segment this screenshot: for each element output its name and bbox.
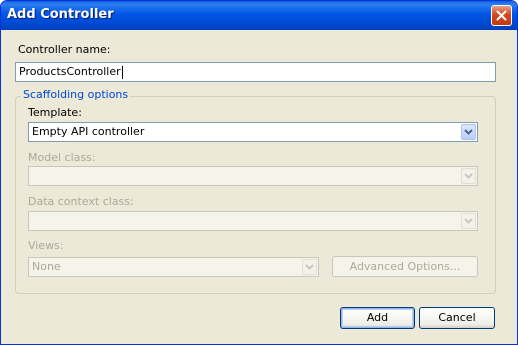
add-controller-dialog: Add Controller Controller name: Products… xyxy=(0,0,518,345)
model-class-label: Model class: xyxy=(28,151,96,164)
template-label: Template: xyxy=(28,106,82,119)
close-icon xyxy=(496,10,507,21)
views-value: None xyxy=(32,260,61,273)
data-context-dropdown-button[interactable] xyxy=(461,213,476,229)
views-label: Views: xyxy=(28,239,64,252)
controller-name-input[interactable]: ProductsController xyxy=(15,62,496,82)
chevron-down-icon xyxy=(464,129,473,135)
chevron-down-icon xyxy=(305,264,314,270)
add-button[interactable]: Add xyxy=(340,307,415,329)
dialog-content: Controller name: ProductsController Scaf… xyxy=(4,30,514,341)
chevron-down-icon xyxy=(464,218,473,224)
chevron-down-icon xyxy=(464,173,473,179)
cancel-button[interactable]: Cancel xyxy=(419,307,495,329)
controller-name-label: Controller name: xyxy=(18,43,111,56)
model-class-select[interactable] xyxy=(28,166,478,186)
data-context-class-select[interactable] xyxy=(28,211,478,231)
title-bar[interactable]: Add Controller xyxy=(1,1,517,30)
model-class-dropdown-button[interactable] xyxy=(461,168,476,184)
controller-name-value: ProductsController xyxy=(19,65,121,78)
dialog-title: Add Controller xyxy=(7,7,114,22)
text-caret xyxy=(121,65,123,79)
advanced-options-button[interactable]: Advanced Options... xyxy=(332,256,478,277)
template-dropdown-button[interactable] xyxy=(461,124,476,140)
data-context-class-label: Data context class: xyxy=(28,195,134,208)
scaffolding-options-title: Scaffolding options xyxy=(21,88,131,101)
template-select[interactable]: Empty API controller xyxy=(28,122,478,142)
template-value: Empty API controller xyxy=(32,125,145,138)
views-dropdown-button[interactable] xyxy=(302,259,317,275)
views-select[interactable]: None xyxy=(28,257,319,277)
close-button[interactable] xyxy=(491,5,512,26)
